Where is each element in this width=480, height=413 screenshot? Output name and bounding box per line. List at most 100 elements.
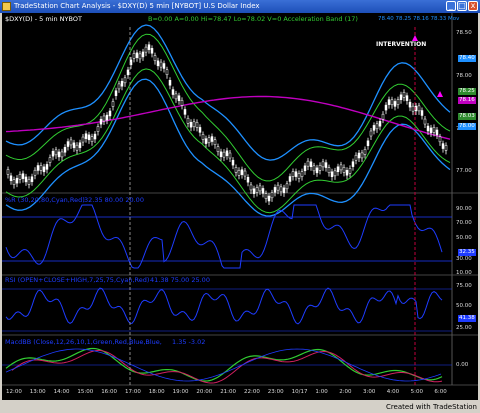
time-axis-label: 17:00 xyxy=(125,389,141,395)
rsi-values: 41.38 75.00 25.00 xyxy=(150,276,210,284)
price-axis-label: 78.50 xyxy=(456,30,472,36)
candle-body xyxy=(378,121,382,127)
candle-body xyxy=(6,169,10,175)
candle-body xyxy=(228,152,232,159)
candle-body xyxy=(57,151,61,158)
upper-mid-band-line xyxy=(5,33,451,182)
candle-body xyxy=(195,122,199,128)
candle-body xyxy=(285,183,289,190)
candle-body xyxy=(144,46,148,53)
candle-body xyxy=(39,165,43,171)
status-bar: Created with TradeStation xyxy=(0,401,480,413)
candle-body xyxy=(30,176,34,182)
macd-header: MacdBB (Close,12,26,10,1,Green,Red,Blue,… xyxy=(5,338,162,346)
williams-r-axis-label: 50.00 xyxy=(456,235,472,241)
candle-body xyxy=(210,136,214,142)
candle-body xyxy=(291,171,295,177)
rsi-axis-label: 75.00 xyxy=(456,283,472,289)
candle-body xyxy=(84,133,88,139)
candle-body xyxy=(24,176,28,183)
candle-body xyxy=(348,168,352,174)
candle-body xyxy=(54,149,58,156)
candle-body xyxy=(435,129,439,136)
candle-body xyxy=(153,55,157,61)
candle-body xyxy=(150,48,154,54)
candle-body xyxy=(48,157,52,163)
candle-body xyxy=(18,174,22,180)
candle-body xyxy=(327,167,331,173)
candle-body xyxy=(180,100,184,106)
candle-body xyxy=(162,63,166,69)
candle-body xyxy=(390,99,394,106)
candle-body xyxy=(207,137,211,144)
chart-area[interactable]: $DXY(D) - 5 min NYBOT B=0.00 A=0.00 Hi=7… xyxy=(2,13,478,400)
candle-body xyxy=(123,77,127,84)
candle-body xyxy=(243,170,247,177)
minimize-button[interactable]: _ xyxy=(446,1,456,11)
candle-body xyxy=(306,160,310,167)
candle-body xyxy=(303,165,307,172)
title-bar[interactable]: TradeStation Chart Analysis - $DXY(D) 5 … xyxy=(0,0,480,13)
candle-body xyxy=(177,95,181,101)
lower-mid-band-line xyxy=(5,68,451,214)
time-axis-label: 22:00 xyxy=(244,389,260,395)
window-title: TradeStation Chart Analysis - $DXY(D) 5 … xyxy=(14,2,260,10)
candle-body xyxy=(318,165,322,171)
candle-body xyxy=(411,105,415,112)
candle-body xyxy=(309,161,313,167)
candle-body xyxy=(198,127,202,133)
lower-band-price-tag: 78.00 xyxy=(458,123,476,130)
time-axis-label: 1:00 xyxy=(315,389,328,395)
candle-body xyxy=(186,118,190,124)
candle-body xyxy=(351,161,355,167)
candle-body xyxy=(369,130,373,137)
candle-body xyxy=(225,150,229,156)
candle-body xyxy=(402,92,406,98)
candle-body xyxy=(189,121,193,128)
candle-body xyxy=(171,89,175,95)
candle-body xyxy=(93,133,97,140)
candle-body xyxy=(216,146,220,152)
candle-body xyxy=(66,141,70,147)
candle-body xyxy=(42,166,46,173)
macd-values: 1.35 -3.02 xyxy=(172,338,206,346)
candle-body xyxy=(363,149,367,155)
time-axis-label: 2:00 xyxy=(339,389,352,395)
time-axis-label: 21:00 xyxy=(220,389,237,395)
candle-body xyxy=(342,167,346,173)
time-axis-label: 4:00 xyxy=(386,389,400,395)
candle-body xyxy=(204,138,208,144)
upper-band-price-tag: 78.40 xyxy=(458,55,476,62)
time-axis-label: 3:00 xyxy=(363,389,376,395)
candle-body xyxy=(444,145,448,151)
candle-body xyxy=(222,151,226,158)
rsi-axis-label: 25.00 xyxy=(456,325,472,331)
candle-body xyxy=(372,125,376,131)
candle-body xyxy=(354,154,358,161)
williams-r-axis-label: 10.00 xyxy=(456,270,472,276)
candle-body xyxy=(126,69,130,76)
candle-body xyxy=(63,147,67,153)
candle-body xyxy=(246,176,250,183)
candle-body xyxy=(192,121,196,128)
candle-body xyxy=(336,166,340,173)
candle-body xyxy=(381,113,385,120)
candle-body xyxy=(102,115,106,122)
close-button[interactable]: x xyxy=(468,1,478,11)
candle-body xyxy=(408,101,412,108)
candle-body xyxy=(315,167,319,174)
time-axis-label: 18:00 xyxy=(148,389,165,395)
candle-body xyxy=(132,53,136,59)
maximize-button[interactable]: □ xyxy=(457,1,467,11)
candle-body xyxy=(270,192,274,199)
credit-text: Created with TradeStation xyxy=(385,403,477,411)
candle-body xyxy=(249,184,253,191)
price-axis-label: 77.00 xyxy=(456,168,472,174)
macd-axis-label: 0.00 xyxy=(456,362,469,368)
williams-r-axis-label: 70.00 xyxy=(456,220,472,226)
rsi-line xyxy=(5,287,443,325)
rsi-axis-label: 50.00 xyxy=(456,303,472,309)
candle-body xyxy=(117,83,121,90)
candle-body xyxy=(36,165,40,171)
candle-body xyxy=(312,165,316,172)
